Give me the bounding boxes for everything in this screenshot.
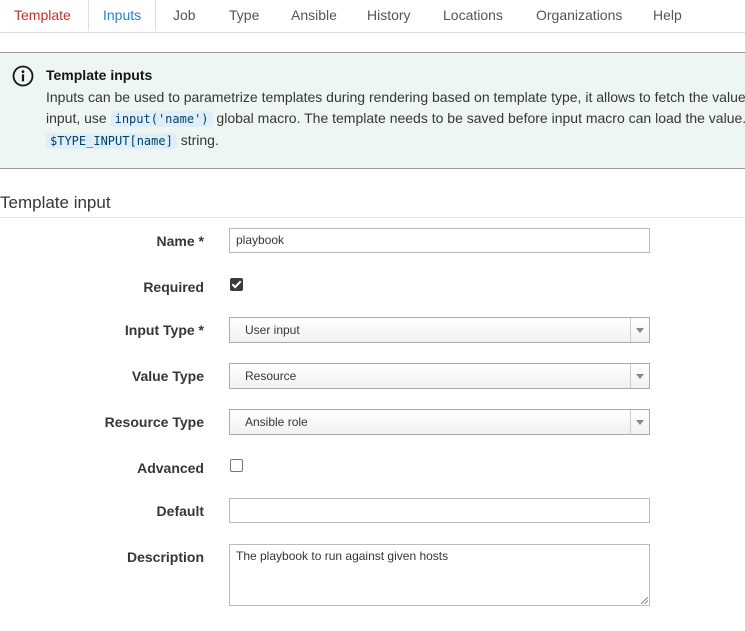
tab-job[interactable]: Job <box>173 0 196 30</box>
code-snippet: $TYPE_INPUT[name] <box>46 133 177 149</box>
default-input[interactable] <box>229 498 650 523</box>
required-checkbox[interactable] <box>230 278 243 291</box>
dropdown-toggle[interactable] <box>630 364 649 388</box>
value-type-value: Resource <box>245 369 297 383</box>
advanced-checkbox[interactable] <box>230 459 243 472</box>
input-type-label: Input Type * <box>124 322 204 338</box>
name-label: Name * <box>156 233 204 249</box>
value-type-label: Value Type <box>131 368 204 384</box>
tab-locations[interactable]: Locations <box>443 0 503 30</box>
required-label: Required <box>143 279 204 295</box>
alert-text: Inputs can be used to parametrize templa… <box>46 89 745 149</box>
description-value: The playbook to run against given hosts <box>236 549 449 563</box>
description-label: Description <box>126 549 204 565</box>
resize-grip-icon[interactable] <box>641 597 648 604</box>
tab-bar: Template Inputs Job Type Ansible History… <box>0 0 745 33</box>
triangle-down-icon <box>636 374 644 379</box>
resource-type-value: Ansible role <box>245 415 308 429</box>
tab-type[interactable]: Type <box>229 0 259 30</box>
tab-history[interactable]: History <box>367 0 411 30</box>
resource-type-label: Resource Type <box>104 414 204 430</box>
description-textarea[interactable]: The playbook to run against given hosts <box>229 544 650 606</box>
tab-template[interactable]: Template <box>14 0 71 30</box>
input-type-value: User input <box>245 323 300 337</box>
input-type-select[interactable]: User input <box>229 317 650 343</box>
value-type-select[interactable]: Resource <box>229 363 650 389</box>
tab-ansible[interactable]: Ansible <box>291 0 337 30</box>
section-title: Template input <box>0 193 111 212</box>
alert-title: Template inputs <box>46 67 153 83</box>
code-snippet: input('name') <box>110 111 213 127</box>
dropdown-toggle[interactable] <box>630 410 649 434</box>
triangle-down-icon <box>636 420 644 425</box>
section-divider <box>0 217 745 218</box>
info-alert: Template inputs Inputs can be used to pa… <box>0 52 745 169</box>
tab-help[interactable]: Help <box>653 0 682 30</box>
resource-type-select[interactable]: Ansible role <box>229 409 650 435</box>
name-input[interactable]: playbook <box>229 228 650 253</box>
advanced-label: Advanced <box>137 460 204 476</box>
dropdown-toggle[interactable] <box>630 318 649 342</box>
triangle-down-icon <box>636 328 644 333</box>
default-label: Default <box>156 503 204 519</box>
tab-inputs[interactable]: Inputs <box>88 0 157 31</box>
info-circle-icon <box>12 65 34 87</box>
tab-organizations[interactable]: Organizations <box>536 0 622 30</box>
